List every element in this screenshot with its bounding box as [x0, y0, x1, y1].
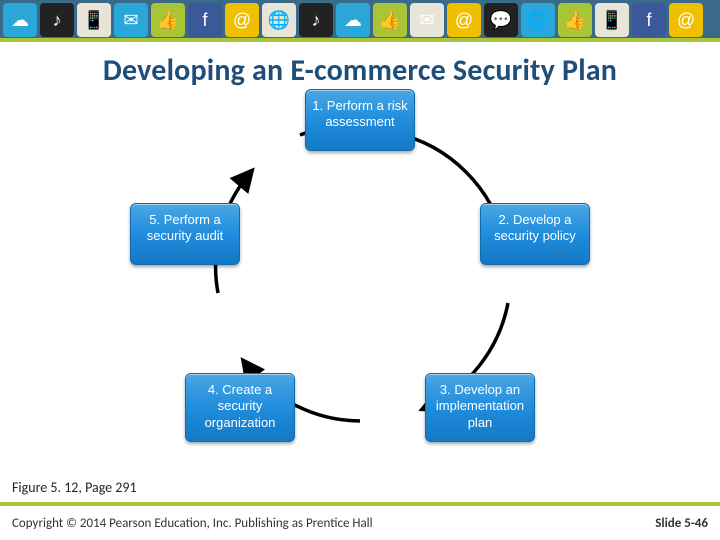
banner-tile-icon: f [188, 3, 222, 37]
banner-tile-icon: ✉ [410, 3, 444, 37]
step-number: 3. [440, 382, 451, 397]
banner-tile-icon: 📱 [595, 3, 629, 37]
banner-tiles: ☁♪📱✉👍f@🌐♪☁👍✉@💬🌐👍📱f@ [0, 0, 720, 42]
banner-tile-icon: ♪ [299, 3, 333, 37]
slide-number: Slide 5-46 [655, 516, 708, 531]
step-label: Perform a risk assessment [325, 98, 407, 129]
step-security-organization: 4. Create a security organization [185, 373, 295, 442]
banner-tile-icon: @ [225, 3, 259, 37]
banner-tile-icon: ♪ [40, 3, 74, 37]
step-number: 2. [498, 212, 509, 227]
banner-tile-icon: 👍 [151, 3, 185, 37]
banner-tile-icon: ☁ [336, 3, 370, 37]
banner-tile-icon: 🌐 [262, 3, 296, 37]
banner-tile-icon: 📱 [77, 3, 111, 37]
banner-divider [0, 38, 720, 42]
step-security-policy: 2. Develop a security policy [480, 203, 590, 265]
banner-tile-icon: @ [447, 3, 481, 37]
banner-tile-icon: 🌐 [521, 3, 555, 37]
step-implementation-plan: 3. Develop an implementation plan [425, 373, 535, 442]
cycle-diagram: 1. Perform a risk assessment 2. Develop … [130, 93, 590, 453]
step-number: 4. [208, 382, 219, 397]
step-number: 5. [149, 212, 160, 227]
banner-tile-icon: f [632, 3, 666, 37]
banner-tile-icon: 👍 [558, 3, 592, 37]
copyright-text: Copyright © 2014 Pearson Education, Inc.… [12, 516, 373, 531]
step-number: 1. [312, 98, 323, 113]
figure-caption: Figure 5. 12, Page 291 [12, 479, 137, 496]
banner-tile-icon: 💬 [484, 3, 518, 37]
slide-footer: Copyright © 2014 Pearson Education, Inc.… [0, 506, 720, 540]
banner-tile-icon: @ [669, 3, 703, 37]
banner-tile-icon: ✉ [114, 3, 148, 37]
decorative-banner: ☁♪📱✉👍f@🌐♪☁👍✉@💬🌐👍📱f@ [0, 0, 720, 42]
step-risk-assessment: 1. Perform a risk assessment [305, 89, 415, 151]
step-security-audit: 5. Perform a security audit [130, 203, 240, 265]
banner-tile-icon: 👍 [373, 3, 407, 37]
banner-tile-icon: ☁ [3, 3, 37, 37]
page-title: Developing an E-commerce Security Plan [0, 52, 720, 89]
